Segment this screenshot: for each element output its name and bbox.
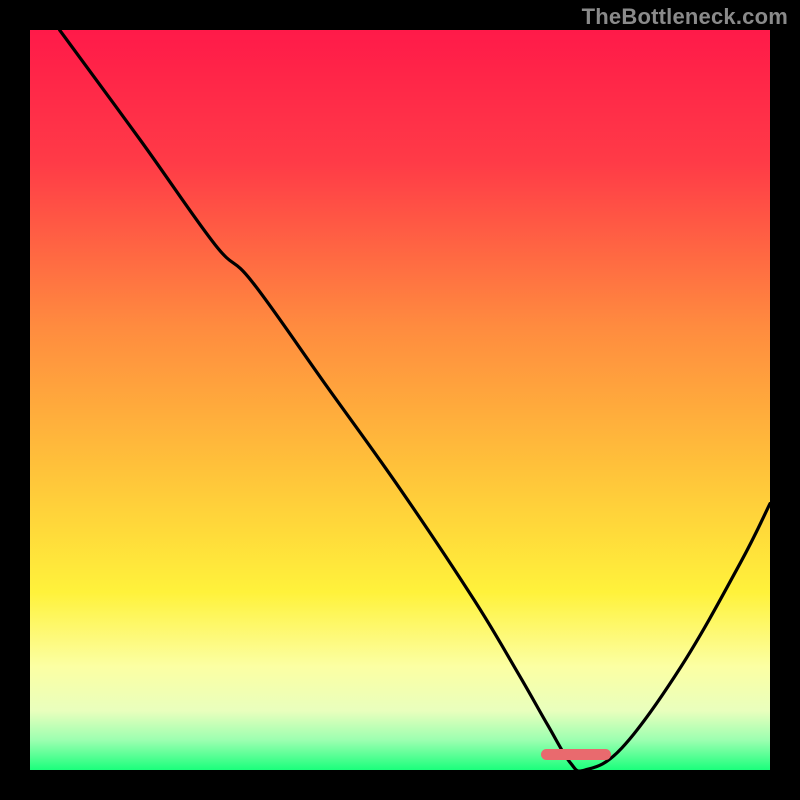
plot-area — [30, 30, 770, 770]
bottleneck-curve — [30, 30, 770, 770]
optimal-range-segment — [541, 749, 611, 761]
chart-frame: TheBottleneck.com — [0, 0, 800, 800]
watermark-label: TheBottleneck.com — [582, 4, 788, 30]
